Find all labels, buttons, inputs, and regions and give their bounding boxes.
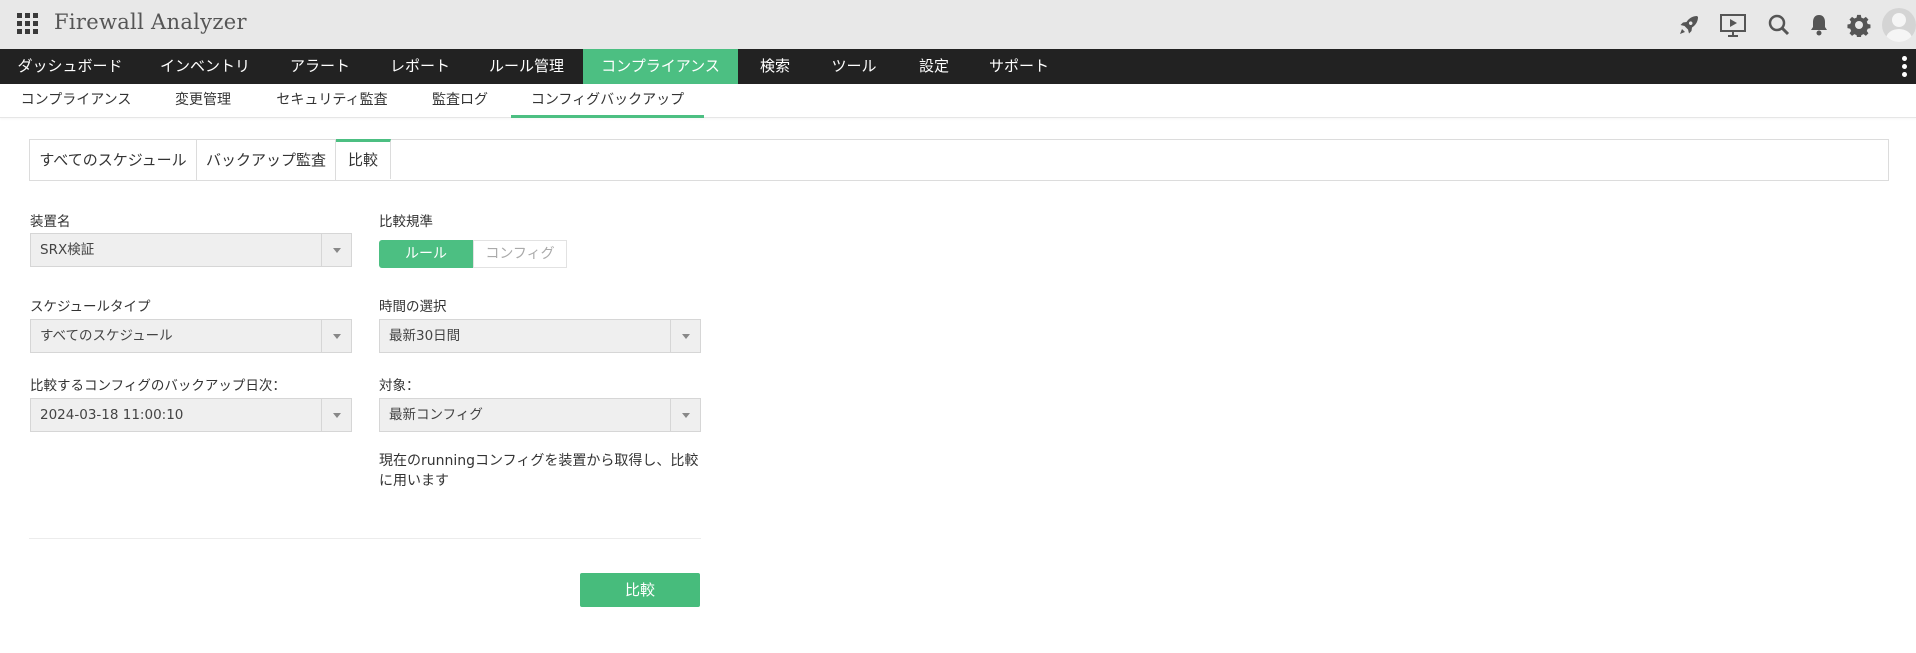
- subnav-item-security-audit[interactable]: セキュリティ監査: [254, 84, 410, 118]
- schedule-type-select[interactable]: すべてのスケジュール: [30, 319, 352, 353]
- app-header: Firewall Analyzer: [0, 0, 1916, 49]
- nav-item-reports[interactable]: レポート: [370, 49, 470, 84]
- bell-icon[interactable]: [1805, 11, 1833, 39]
- subnav-item-compliance[interactable]: コンプライアンス: [0, 84, 152, 118]
- nav-item-settings[interactable]: 設定: [896, 49, 972, 84]
- more-menu-icon[interactable]: [1901, 56, 1907, 78]
- main-nav: ダッシュボード インベントリ アラート レポート ルール管理 コンプライアンス …: [0, 49, 1916, 84]
- tab-bar: すべてのスケジュール バックアップ監査 比較: [29, 139, 1889, 181]
- chevron-down-icon: [670, 320, 700, 352]
- nav-item-compliance[interactable]: コンプライアンス: [583, 49, 738, 84]
- subnav-item-audit-log[interactable]: 監査ログ: [410, 84, 510, 118]
- backup-date-select[interactable]: 2024-03-18 11:00:10: [30, 398, 352, 432]
- tab-backup-audit[interactable]: バックアップ監査: [197, 140, 336, 180]
- time-selection-label: 時間の選択: [379, 299, 447, 315]
- device-name-select[interactable]: SRX検証: [30, 233, 352, 267]
- tab-all-schedules[interactable]: すべてのスケジュール: [30, 140, 197, 180]
- nav-item-tools[interactable]: ツール: [812, 49, 896, 84]
- search-icon[interactable]: [1765, 11, 1793, 39]
- chevron-down-icon: [321, 320, 351, 352]
- user-avatar[interactable]: [1882, 8, 1916, 42]
- schedule-type-value: すべてのスケジュール: [40, 328, 173, 344]
- time-selection-select[interactable]: 最新30日間: [379, 319, 701, 353]
- target-label: 対象：: [379, 378, 420, 394]
- tab-compare[interactable]: 比較: [336, 139, 391, 179]
- nav-item-rule-management[interactable]: ルール管理: [470, 49, 583, 84]
- help-note: 現在のrunningコンフィグを装置から取得し、比較に用います: [379, 453, 699, 489]
- toggle-config-button[interactable]: コンフィグ: [473, 240, 567, 268]
- device-name-label: 装置名: [30, 214, 71, 230]
- app-title: Firewall Analyzer: [54, 10, 247, 34]
- criteria-label: 比較規準: [379, 214, 433, 230]
- schedule-type-label: スケジュールタイプ: [30, 299, 151, 315]
- backup-date-label: 比較するコンフィグのバックアップ日次：: [30, 378, 286, 394]
- subnav-item-config-backup[interactable]: コンフィグバックアップ: [511, 84, 704, 118]
- divider: [29, 538, 701, 539]
- backup-date-value: 2024-03-18 11:00:10: [40, 407, 184, 423]
- toggle-rule-button[interactable]: ルール: [379, 240, 473, 268]
- nav-item-search[interactable]: 検索: [738, 49, 812, 84]
- nav-item-alerts[interactable]: アラート: [270, 49, 370, 84]
- device-name-value: SRX検証: [40, 242, 95, 258]
- target-select[interactable]: 最新コンフィグ: [379, 398, 701, 432]
- presentation-icon[interactable]: [1719, 11, 1747, 39]
- rocket-icon[interactable]: [1675, 11, 1703, 39]
- apps-grid-icon[interactable]: [17, 13, 39, 35]
- chevron-down-icon: [321, 399, 351, 431]
- chevron-down-icon: [670, 399, 700, 431]
- nav-item-inventory[interactable]: インベントリ: [140, 49, 270, 84]
- compare-button[interactable]: 比較: [580, 573, 700, 607]
- gear-icon[interactable]: [1845, 11, 1873, 39]
- subnav-item-change-management[interactable]: 変更管理: [152, 84, 254, 118]
- sub-nav: コンプライアンス 変更管理 セキュリティ監査 監査ログ コンフィグバックアップ: [0, 84, 1916, 118]
- nav-item-dashboard[interactable]: ダッシュボード: [0, 49, 140, 84]
- nav-item-support[interactable]: サポート: [972, 49, 1066, 84]
- target-value: 最新コンフィグ: [389, 407, 483, 423]
- chevron-down-icon: [321, 234, 351, 266]
- time-selection-value: 最新30日間: [389, 328, 461, 344]
